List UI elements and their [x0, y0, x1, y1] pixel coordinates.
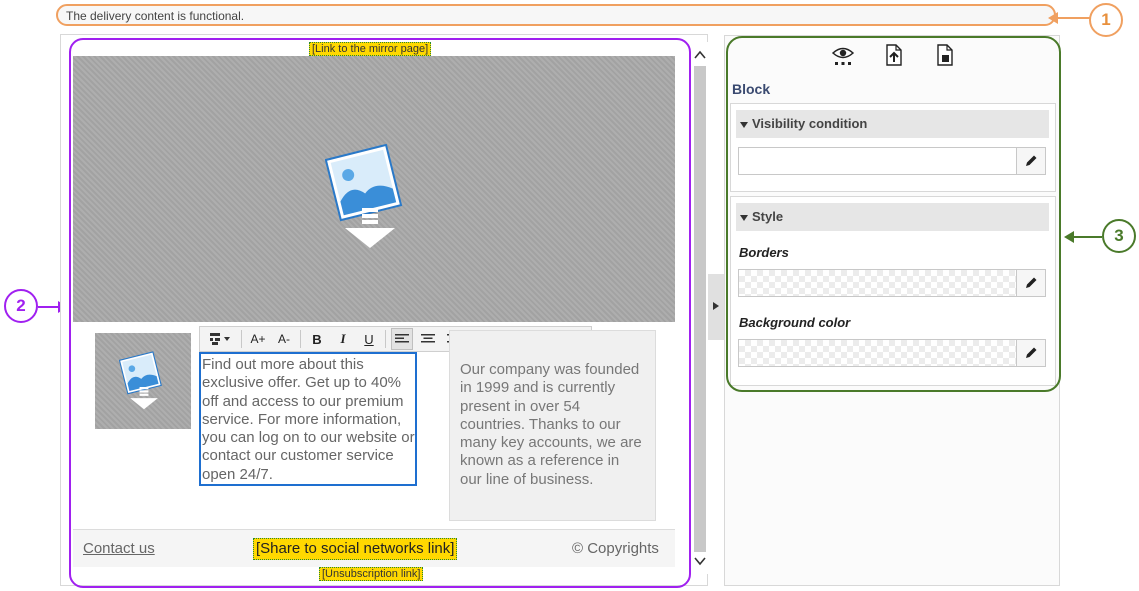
unsubscription-link[interactable]: [Unsubscription link] [319, 567, 424, 581]
pencil-icon [1026, 277, 1037, 288]
insert-field-icon [210, 333, 230, 345]
toolbar-separator [241, 330, 242, 348]
align-center-icon [421, 334, 435, 343]
caret-down-icon [740, 214, 748, 221]
edit-visibility-button[interactable] [1016, 147, 1046, 175]
insert-field-button[interactable] [206, 328, 236, 350]
italic-label: I [340, 331, 346, 346]
company-text-block[interactable]: Our company was founded in 1999 and is c… [449, 330, 656, 521]
thumbnail-image[interactable] [95, 333, 191, 429]
page-copy-icon [937, 44, 953, 66]
toolbar-separator [385, 330, 386, 348]
font-size-decrease-label: A- [278, 332, 290, 346]
callout-1-arrowhead [1048, 12, 1058, 24]
block-title: Block [732, 81, 771, 97]
panel-collapse-handle[interactable] [708, 274, 724, 340]
share-social-link[interactable]: [Share to social networks link] [253, 538, 458, 560]
hero-image-block[interactable] [73, 56, 675, 322]
copy-page-button[interactable] [934, 43, 956, 67]
background-color-field[interactable] [738, 339, 1018, 367]
style-section-title: Style [752, 209, 784, 224]
background-color-label: Background color [739, 315, 851, 330]
callout-3-arrowhead [1064, 231, 1074, 243]
italic-button[interactable]: I [332, 328, 354, 350]
preview-button[interactable] [832, 43, 854, 67]
chevron-right-icon [713, 302, 719, 310]
upload-page-button[interactable] [883, 43, 905, 67]
callout-3: 3 [1102, 219, 1136, 253]
visibility-section-title: Visibility condition [752, 116, 868, 131]
contact-us-link[interactable]: Contact us [83, 540, 155, 557]
image-placeholder-icon [119, 351, 162, 410]
bold-label: B [312, 331, 322, 347]
status-message: The delivery content is functional. [66, 9, 245, 23]
toolbar-separator [300, 330, 301, 348]
status-bar: The delivery content is functional. [56, 4, 1056, 26]
underline-button[interactable]: U [358, 328, 380, 350]
scroll-thumb[interactable] [694, 66, 706, 552]
align-left-button[interactable] [391, 328, 413, 350]
borders-label: Borders [739, 245, 789, 260]
pencil-icon [1026, 155, 1037, 166]
callout-1-arrow [1058, 17, 1090, 19]
visibility-section-header[interactable]: Visibility condition [736, 110, 1049, 138]
font-size-decrease-button[interactable]: A- [273, 328, 295, 350]
callout-2-arrow [38, 306, 60, 308]
eye-icon [832, 47, 854, 65]
align-left-icon [395, 334, 409, 343]
callout-2: 2 [4, 289, 38, 323]
visibility-condition-input[interactable] [738, 147, 1018, 175]
caret-down-icon [740, 121, 748, 128]
style-section-header[interactable]: Style [736, 203, 1049, 231]
scroll-up-icon[interactable] [692, 48, 708, 64]
mirror-page-link[interactable]: [Link to the mirror page] [309, 42, 432, 56]
callout-3-arrow [1074, 236, 1102, 238]
edit-borders-button[interactable] [1016, 269, 1046, 297]
page-upload-icon [886, 44, 902, 66]
bold-button[interactable]: B [306, 328, 328, 350]
font-size-increase-button[interactable]: A+ [247, 328, 269, 350]
main-text-editor[interactable]: Find out more about this exclusive offer… [199, 352, 417, 486]
callout-1: 1 [1089, 3, 1123, 37]
edit-background-button[interactable] [1016, 339, 1046, 367]
scroll-down-icon[interactable] [692, 554, 708, 570]
borders-field[interactable] [738, 269, 1018, 297]
pencil-icon [1026, 347, 1037, 358]
underline-label: U [364, 331, 374, 347]
copyright-text: © Copyrights [572, 540, 659, 557]
font-size-increase-label: A+ [250, 332, 266, 346]
align-center-button[interactable] [417, 328, 439, 350]
image-placeholder-icon [325, 144, 403, 248]
